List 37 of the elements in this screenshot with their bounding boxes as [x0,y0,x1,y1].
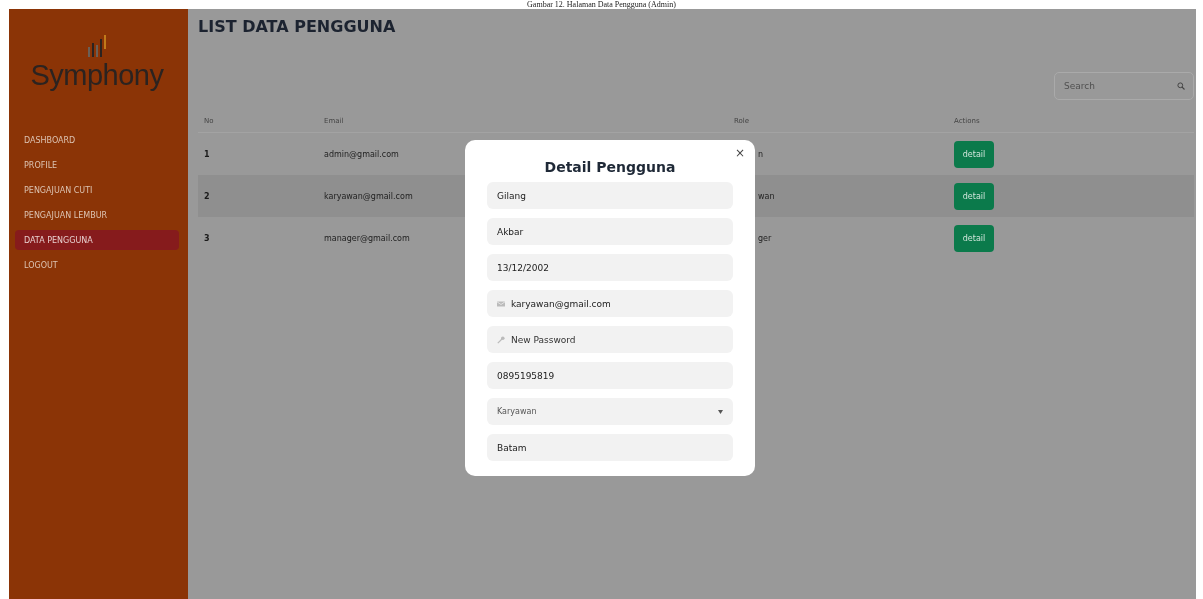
email-field[interactable]: karyawan@gmail.com [487,290,733,317]
mail-icon [497,299,505,308]
sidebar-item[interactable]: DASHBOARD [15,130,179,150]
password-field[interactable]: New Password [487,326,733,353]
sidebar-item[interactable]: PENGAJUAN LEMBUR [15,205,179,225]
modal-title: Detail Pengguna [544,159,676,175]
logo-text: Symphony [30,59,164,92]
search-field[interactable]: Search [1054,72,1194,100]
caret-icon [718,409,723,414]
sidebar-item[interactable]: PROFILE [15,155,179,175]
table-cell: 2 [204,191,210,201]
detail-button[interactable]: detail [954,224,994,252]
sidebar-item[interactable]: LOGOUT [15,255,179,275]
table-cell: n [758,149,764,159]
key-icon [497,335,505,344]
input-field[interactable]: Batam [487,434,733,461]
table-cell: ger [758,233,772,243]
detail-button[interactable]: detail [954,140,994,168]
logo-bars-icon [86,35,108,57]
input-field[interactable]: Gilang [487,182,733,209]
figure-caption: Gambar 12. Halaman Data Pengguna (Admin) [527,0,676,9]
input-field[interactable]: Akbar [487,218,733,245]
table-cell: 3 [204,233,210,243]
page-title: LIST DATA PENGGUNA [198,17,396,37]
input-field[interactable]: 0895195819 [487,362,733,389]
search-icon [1177,82,1185,90]
table-cell: admin@gmail.com [324,149,399,159]
table-cell: karyawan@gmail.com [324,191,413,201]
table-cell: manager@gmail.com [324,233,410,243]
table-cell: 1 [204,149,210,159]
sidebar-item[interactable]: DATA PENGGUNA [15,230,179,250]
close-button[interactable]: × [732,146,747,160]
select-field[interactable]: Karyawan [487,398,733,425]
input-field[interactable]: 13/12/2002 [487,254,733,281]
sidebar-item[interactable]: PENGAJUAN CUTI [15,180,179,200]
table-cell: wan [758,191,775,201]
detail-button[interactable]: detail [954,182,994,210]
